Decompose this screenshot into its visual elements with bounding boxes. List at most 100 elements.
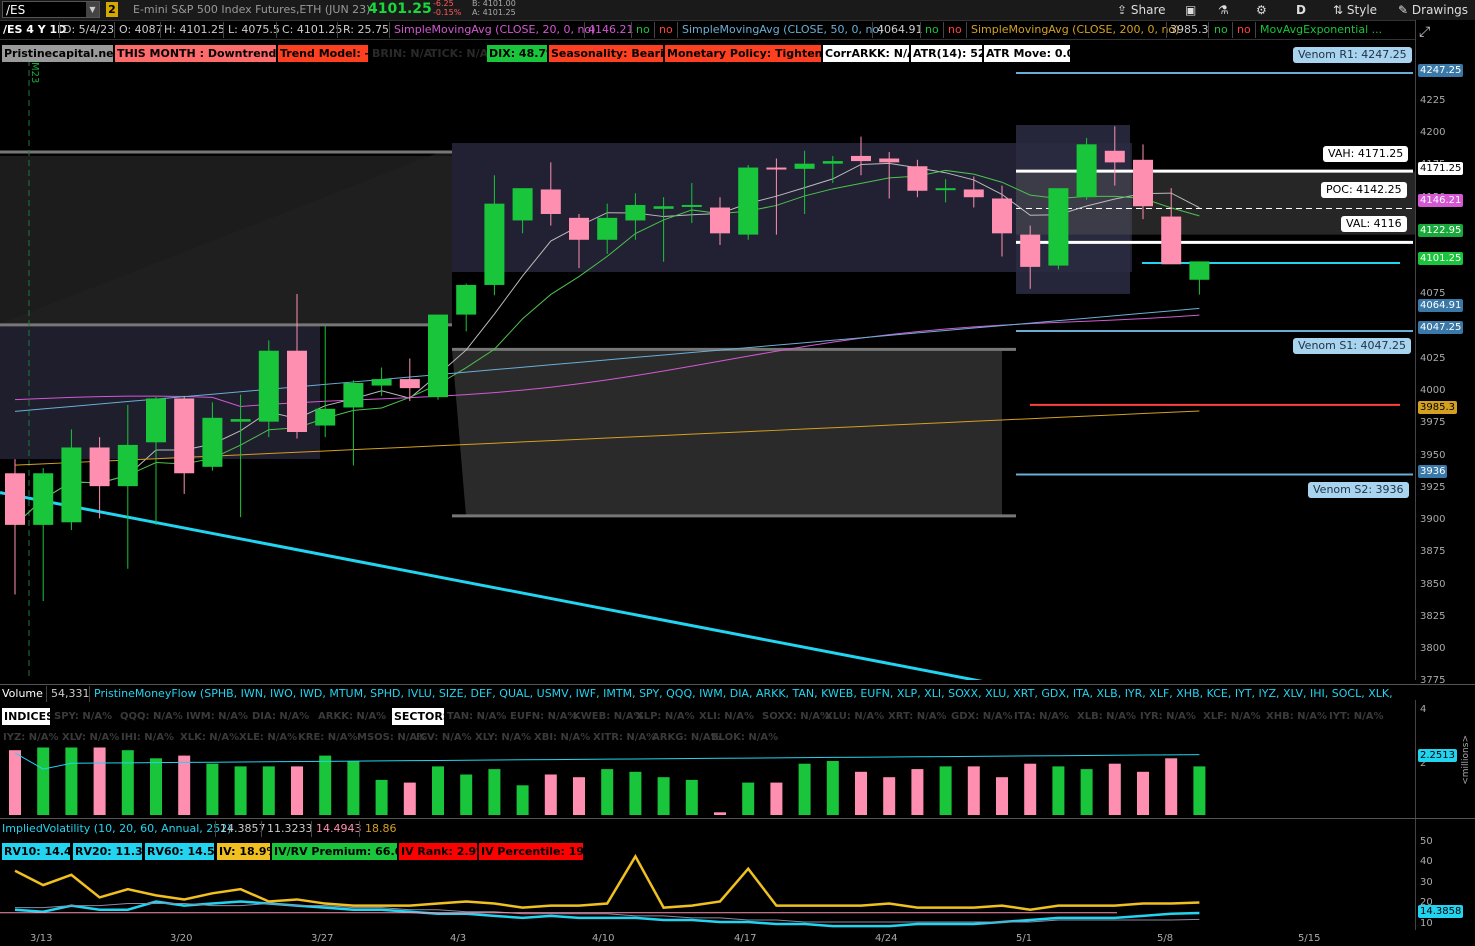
- iv-last-label: 14.3858: [1418, 905, 1464, 918]
- divider: [872, 22, 873, 38]
- volume-bar: [996, 777, 1008, 815]
- candle-body: [399, 379, 420, 389]
- price-axis-tick: 3875: [1420, 546, 1446, 558]
- candle-body: [428, 314, 448, 398]
- bid-ask: B: 4101.00 A: 4101.25: [472, 0, 516, 17]
- drawings-button[interactable]: ✎ Drawings: [1398, 2, 1468, 18]
- volume-label[interactable]: Volume: [2, 687, 43, 700]
- volume-bar: [1108, 763, 1121, 815]
- layout-icon[interactable]: ▣: [1185, 2, 1196, 18]
- iv-study[interactable]: ImpliedVolatility (10, 20, 60, Annual, 2…: [2, 822, 232, 835]
- volume-bar: [1052, 766, 1065, 815]
- divider: [1255, 22, 1256, 38]
- divider: [631, 22, 632, 38]
- sma-flag: no: [948, 23, 962, 36]
- volume-bar: [657, 777, 670, 815]
- candle-body: [963, 189, 984, 198]
- price-axis-tick: 3975: [1420, 417, 1446, 429]
- candle-body: [822, 161, 843, 164]
- sma-flag: no: [1214, 23, 1228, 36]
- month-trend-tag: THIS MONTH : Downtrending: [115, 45, 296, 62]
- axis-label-s1: 4047.25: [1418, 321, 1464, 334]
- volume-bar: [347, 761, 360, 815]
- venom-s2-callout[interactable]: Venom S2: 3936: [1308, 482, 1409, 498]
- val-callout[interactable]: VAL: 4116: [1341, 216, 1407, 232]
- axis-divider: [1415, 700, 1416, 820]
- volume-bar: [1137, 771, 1149, 815]
- volume-bar: [150, 758, 162, 815]
- candle-body: [653, 206, 674, 209]
- divider: [920, 22, 921, 38]
- candle-body: [569, 217, 589, 240]
- seasonality-tag: Seasonality: Bearish: [549, 45, 679, 62]
- volume-bar: [1165, 758, 1178, 815]
- candle-body: [766, 167, 787, 170]
- style-button[interactable]: ⇅ Style: [1333, 2, 1377, 18]
- instrument-description: E-mini S&P 500 Index Futures,ETH (JUN 23…: [133, 3, 371, 16]
- money-flow-study[interactable]: PristineMoneyFlow (SPHB, IWN, IWO, IWD, …: [94, 687, 1394, 700]
- sma20-study[interactable]: SimpleMovingAvg (CLOSE, 20, 0, no): [394, 23, 595, 36]
- time-axis-tick: 3/13: [30, 933, 53, 944]
- timeframe-button[interactable]: D: [1296, 2, 1306, 18]
- iv-value-3: 14.4943: [316, 822, 362, 835]
- divider: [677, 22, 678, 38]
- volume-bar: [573, 777, 585, 815]
- contract-marker: M23: [29, 62, 40, 84]
- venom-r1-callout[interactable]: Venom R1: 4247.25: [1293, 47, 1412, 63]
- price-axis-tick: 4025: [1420, 352, 1446, 364]
- candle-body: [258, 350, 279, 422]
- candle-body: [1076, 144, 1097, 198]
- volume-bar: [883, 777, 896, 815]
- volume-avg-label: 2.2513: [1418, 749, 1457, 762]
- venom-s1-callout[interactable]: Venom S1: 4047.25: [1293, 338, 1412, 354]
- sma20-value: 4146.21: [588, 23, 634, 36]
- volume-bar: [1193, 766, 1206, 815]
- price-axis-tick: 3850: [1420, 578, 1446, 590]
- volume-bar: [234, 766, 247, 815]
- axis-expand-icon[interactable]: ⤢: [1419, 24, 1430, 40]
- share-button[interactable]: ⇪ Share: [1117, 2, 1166, 18]
- divider: [223, 22, 224, 38]
- link-group-badge[interactable]: 2: [106, 2, 118, 17]
- axis-label-sma20: 4146.21: [1418, 194, 1464, 207]
- candle-body: [992, 198, 1012, 234]
- vah-callout[interactable]: VAH: 4171.25: [1323, 146, 1409, 162]
- bar-range: R: 25.75: [343, 23, 389, 36]
- candle-body: [33, 473, 54, 525]
- candle-body: [343, 382, 364, 408]
- symbol-dropdown-icon[interactable]: ▼: [86, 2, 99, 17]
- candle-body: [794, 163, 815, 169]
- sma-flag: no: [925, 23, 939, 36]
- time-axis-tick: 5/8: [1157, 933, 1174, 944]
- bar-date: D: 5/4/23: [63, 23, 115, 36]
- volume-bar: [93, 747, 106, 815]
- candle-body: [597, 217, 618, 240]
- price-axis-tick: 3825: [1420, 610, 1446, 622]
- divider: [389, 22, 390, 38]
- iv-chart[interactable]: [0, 838, 1415, 930]
- chart-id[interactable]: /ES 4 Y 1D: [3, 23, 66, 36]
- volume-bar: [121, 750, 134, 815]
- panel-divider: [0, 684, 1475, 685]
- sma200-study[interactable]: SimpleMovingAvg (CLOSE, 200, 0, no): [971, 23, 1179, 36]
- volume-histogram[interactable]: [0, 700, 1415, 820]
- breadth-tag: BRIN: N/A: [372, 47, 433, 60]
- bar-low: L: 4075.5: [228, 23, 280, 36]
- price-chart[interactable]: [0, 40, 1415, 680]
- divider: [943, 22, 944, 38]
- volume-bar: [291, 766, 303, 815]
- candle-body: [738, 167, 759, 235]
- time-axis-tick: 4/24: [875, 933, 898, 944]
- divider: [59, 22, 60, 38]
- divider: [966, 22, 967, 38]
- bar-close: C: 4101.25: [282, 23, 343, 36]
- studies-flask-icon[interactable]: ⚗: [1218, 2, 1229, 18]
- ema-study[interactable]: MovAvgExponential ...: [1260, 23, 1382, 36]
- volume-bar: [9, 750, 21, 815]
- bar-high: H: 4101.25: [164, 23, 225, 36]
- candle-body: [935, 188, 956, 191]
- poc-callout[interactable]: POC: 4142.25: [1321, 182, 1407, 198]
- settings-gear-icon[interactable]: ⚙: [1256, 2, 1267, 18]
- candle-body: [1020, 234, 1041, 267]
- sma50-study[interactable]: SimpleMovingAvg (CLOSE, 50, 0, no): [682, 23, 883, 36]
